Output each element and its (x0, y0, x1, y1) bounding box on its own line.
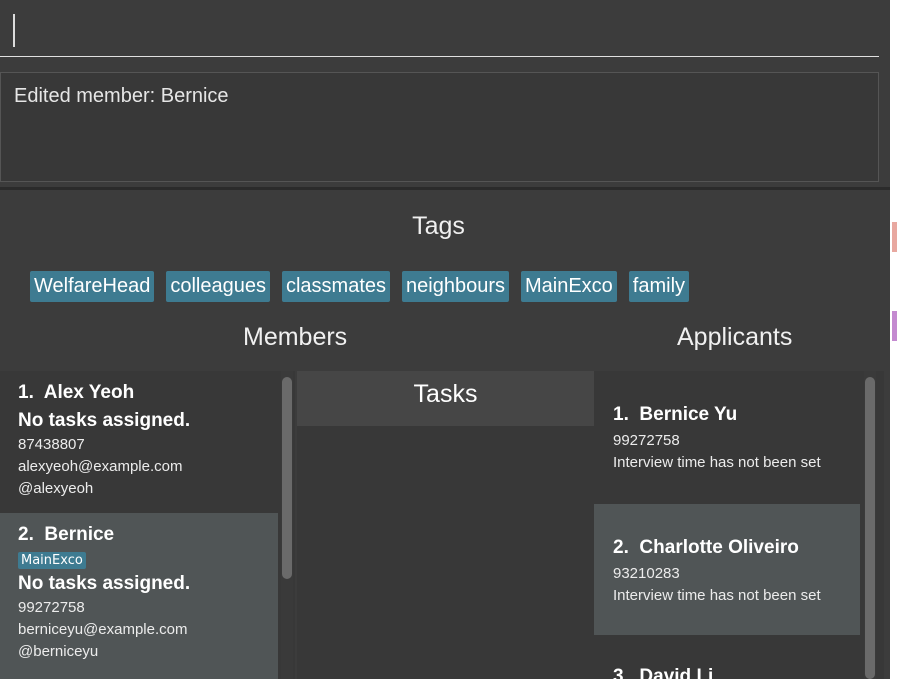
command-input[interactable] (0, 0, 879, 57)
member-index: 1. (18, 382, 34, 403)
tasks-title: Tasks (297, 371, 594, 426)
member-phone: 87438807 (18, 436, 85, 453)
applicant-name-row: 1. Bernice Yu (613, 404, 860, 426)
applicant-phone: 99272758 (613, 432, 680, 449)
member-card[interactable]: 1. Alex Yeoh No tasks assigned. 87438807… (0, 371, 278, 513)
member-tasks: No tasks assigned. (18, 410, 191, 431)
result-display: Edited member: Bernice (0, 72, 879, 182)
member-name: Alex Yeoh (43, 382, 135, 403)
result-text: Edited member: Bernice (14, 85, 229, 107)
applicant-card[interactable]: 3. David Li (594, 635, 860, 679)
members-title: Members (243, 323, 348, 351)
applicant-name-row: 2. Charlotte Oliveiro (613, 537, 860, 559)
section-divider (0, 187, 890, 190)
text-caret (13, 14, 15, 47)
applicant-card[interactable]: 2. Charlotte Oliveiro 93210283 Interview… (594, 504, 860, 635)
applicants-scrollbar-thumb[interactable] (865, 377, 875, 679)
member-index: 2. (18, 524, 34, 545)
member-name-row: 2. Bernice (18, 524, 278, 546)
member-card-selected[interactable]: 2. Bernice MainExco No tasks assigned. 9… (0, 513, 278, 679)
applicant-name-row: 3. David Li (613, 666, 860, 679)
member-tag: MainExco (18, 552, 86, 569)
member-telegram: @alexyeoh (18, 480, 94, 497)
applicant-index: 1. (613, 404, 629, 425)
tags-list: WelfareHead colleagues classmates neighb… (30, 271, 690, 302)
member-name: Bernice (44, 524, 115, 545)
tag-chip[interactable]: MainExco (520, 271, 617, 302)
tasks-panel: Tasks (297, 371, 594, 679)
member-name-row: 1. Alex Yeoh (18, 382, 278, 404)
tag-chip[interactable]: family (628, 271, 690, 302)
member-phone: 99272758 (18, 599, 85, 616)
members-scrollbar-thumb[interactable] (282, 377, 292, 579)
edge-mark (892, 222, 897, 252)
applicant-interview: Interview time has not been set (613, 454, 821, 471)
applicant-card[interactable]: 1. Bernice Yu 99272758 Interview time ha… (594, 371, 860, 503)
applicant-index: 3. (613, 666, 629, 679)
member-telegram: @berniceyu (18, 643, 99, 660)
member-email: alexyeoh@example.com (18, 458, 183, 475)
applicants-list: 1. Bernice Yu 99272758 Interview time ha… (594, 371, 884, 679)
applicant-interview: Interview time has not been set (613, 587, 821, 604)
members-list: 1. Alex Yeoh No tasks assigned. 87438807… (0, 371, 295, 679)
applicant-index: 2. (613, 537, 629, 558)
tag-chip[interactable]: colleagues (166, 271, 270, 302)
tag-chip[interactable]: classmates (281, 271, 391, 302)
member-tasks: No tasks assigned. (18, 573, 191, 594)
applicant-name: Bernice Yu (639, 404, 738, 425)
applicant-name: Charlotte Oliveiro (639, 537, 799, 558)
applicant-phone: 93210283 (613, 565, 680, 582)
tag-chip[interactable]: WelfareHead (30, 271, 155, 302)
edge-mark (892, 311, 897, 341)
applicant-name: David Li (639, 666, 714, 679)
member-email: berniceyu@example.com (18, 621, 188, 638)
tags-title: Tags (412, 212, 465, 240)
command-box (0, 0, 890, 66)
tag-chip[interactable]: neighbours (402, 271, 509, 302)
applicants-title: Applicants (677, 323, 793, 351)
